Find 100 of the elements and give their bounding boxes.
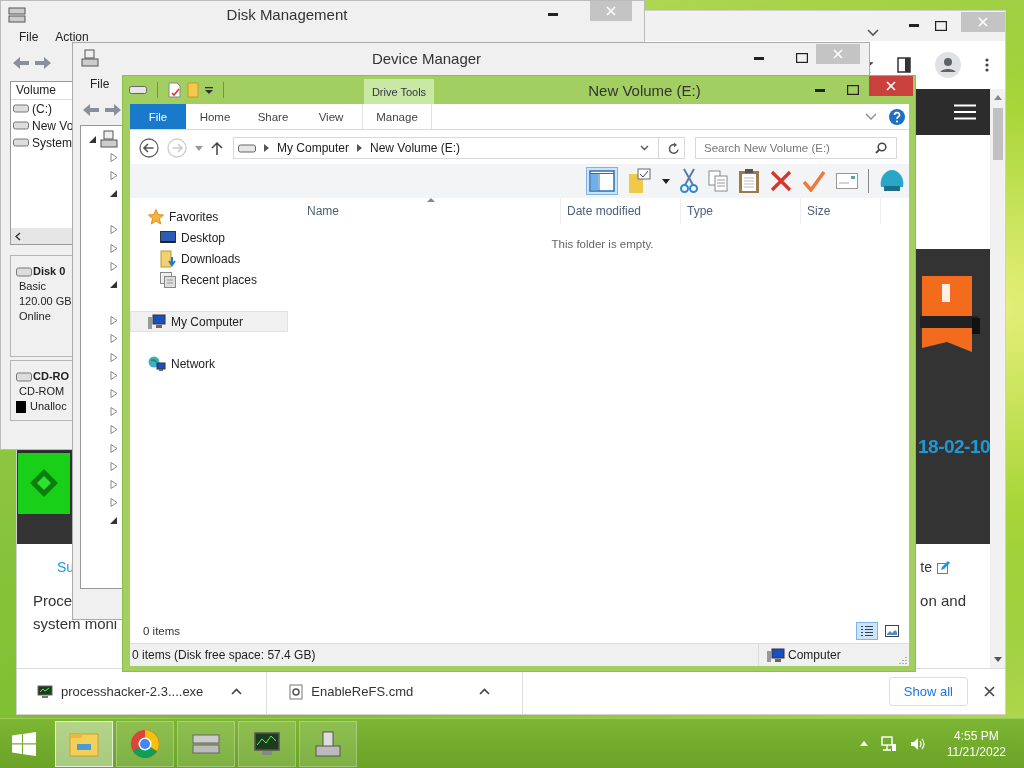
scroll-thumb[interactable] [992,108,1003,160]
refresh-icon[interactable] [668,141,680,155]
breadcrumb[interactable]: My Computer [277,141,350,155]
collapsed-arrow-icon[interactable] [110,498,118,508]
scroll-left-icon[interactable] [15,231,21,241]
nav-item[interactable]: Recent places [130,269,288,290]
drive-label[interactable]: System [32,135,72,150]
shell-icon[interactable] [879,169,905,193]
collapsed-arrow-icon[interactable] [110,389,118,399]
scrollbar[interactable] [11,228,73,244]
layout-pane-button[interactable] [586,167,618,195]
expanded-arrow-icon[interactable] [110,188,118,198]
address-bar[interactable]: My Computer New Volume (E:) [233,137,685,159]
ribbon-tab[interactable]: Manage [362,104,432,129]
ribbon-tab[interactable]: Share [244,104,302,129]
help-icon[interactable] [889,108,905,125]
search-icon[interactable] [875,142,887,154]
card-icon[interactable] [836,173,858,189]
scroll-up-icon[interactable] [993,95,1002,100]
collapsed-arrow-icon[interactable] [110,243,118,253]
caret-down-icon[interactable] [205,86,213,94]
link[interactable]: te [920,559,932,575]
cut-icon[interactable] [680,168,698,194]
menu-item[interactable]: File [90,77,110,91]
collapsed-arrow-icon[interactable] [110,334,118,344]
volume-icon[interactable] [909,736,926,751]
download-file-name[interactable]: EnableReFS.cmd [311,684,414,699]
ribbon-tab[interactable]: File [130,104,186,129]
caret-down-icon[interactable] [662,178,670,184]
chevron-down-icon[interactable] [865,113,877,120]
document-icon[interactable] [168,82,181,98]
nav-item[interactable]: Desktop [130,227,288,248]
edit-icon[interactable] [937,560,950,574]
forward-arrow-icon[interactable] [104,103,122,117]
column-header[interactable]: Size [801,198,881,224]
collapsed-arrow-icon[interactable] [110,461,118,471]
minimize-icon[interactable] [909,24,919,28]
breadcrumb-arrow-icon[interactable] [264,144,269,152]
ribbon-tab[interactable]: Home [186,104,244,129]
ribbon-tab[interactable]: View [302,104,360,129]
up-arrow-icon[interactable] [211,141,223,155]
scroll-down-icon[interactable] [993,657,1002,662]
collapsed-arrow-icon[interactable] [110,443,118,453]
back-arrow-icon[interactable] [82,103,100,117]
nav-item[interactable]: Network [130,353,288,374]
drive-icon[interactable] [129,85,147,95]
breadcrumb-arrow-icon[interactable] [357,144,363,152]
resize-grip-icon[interactable] [899,656,907,664]
forward-arrow-icon[interactable] [34,56,52,70]
expanded-arrow-icon[interactable] [110,279,118,289]
search-field[interactable]: Search New Volume (E:) [695,137,897,159]
show-all-button[interactable]: Show all [888,677,968,706]
collapsed-arrow-icon[interactable] [110,370,118,380]
collapsed-arrow-icon[interactable] [110,479,118,489]
folder-check-icon[interactable] [628,168,652,194]
collapsed-arrow-icon[interactable] [110,425,118,435]
windows-logo-icon[interactable] [12,731,36,756]
column-header[interactable]: Date modified [561,198,681,224]
nav-item[interactable]: Downloads [130,248,288,269]
more-menu-icon[interactable] [985,58,989,72]
expanded-arrow-icon[interactable] [110,516,118,526]
nav-item[interactable]: My Computer [130,311,288,332]
collapsed-arrow-icon[interactable] [110,225,118,235]
nav-item[interactable]: Favorites [130,206,288,227]
scrollbar[interactable] [990,89,1005,668]
collapsed-arrow-icon[interactable] [110,352,118,362]
download-file-name[interactable]: processhacker-2.3....exe [61,684,204,699]
caret-up-icon[interactable] [231,688,243,695]
back-icon[interactable] [139,138,159,158]
breadcrumb[interactable]: New Volume (E:) [370,141,461,155]
collapsed-arrow-icon[interactable] [110,407,118,417]
collapsed-arrow-icon[interactable] [110,261,118,271]
menu-item[interactable]: Action [55,29,89,44]
menu-item[interactable]: File [19,29,39,44]
extension-icon[interactable] [897,57,911,73]
collapsed-arrow-icon[interactable] [110,170,118,180]
close-icon[interactable] [984,686,995,697]
collapsed-arrow-icon[interactable] [110,316,118,326]
paste-icon[interactable] [738,168,760,194]
collapsed-arrow-icon[interactable] [110,152,118,162]
chevron-down-icon[interactable] [867,29,879,37]
drive-label[interactable]: (C:) [32,101,52,116]
profile-icon[interactable] [935,52,961,78]
back-arrow-icon[interactable] [12,56,30,70]
checkmark-icon[interactable] [802,170,826,192]
details-view-button[interactable] [856,622,878,640]
caret-up-icon[interactable] [479,688,491,695]
menu-icon[interactable] [954,104,976,120]
network-icon[interactable] [880,735,897,752]
maximize-icon[interactable] [796,53,808,63]
minimize-icon[interactable] [754,56,764,60]
chevron-down-icon[interactable] [640,145,649,151]
column-header[interactable]: Type [681,198,801,224]
taskbar-app-button[interactable] [299,720,357,767]
taskbar-app-button[interactable] [238,720,296,767]
delete-icon[interactable] [770,170,792,192]
maximize-icon[interactable] [847,85,859,95]
copy-icon[interactable] [708,170,728,192]
expanded-arrow-icon[interactable] [89,134,97,144]
maximize-icon[interactable] [935,21,947,31]
